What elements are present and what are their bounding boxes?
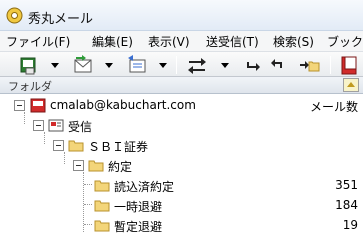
send-receive-icon[interactable]	[186, 54, 208, 76]
folder-tree: cmalab@kabuchart.com メール数 受信 ＳＢＩ証券 約定 読込…	[0, 94, 363, 240]
tree-item-folder[interactable]: 読込済約定 351	[0, 176, 363, 196]
toolbar	[0, 51, 363, 77]
account-label: cmalab@kabuchart.com	[50, 98, 196, 112]
folder-pane-label: フォルダ	[8, 80, 52, 93]
menu-bar: ファイル(F) 編集(E) 表示(V) 送受信(T) 検索(S) ブック	[0, 31, 363, 51]
folder-pane-header: フォルダ	[0, 77, 363, 94]
forward-folder-icon[interactable]	[298, 54, 320, 76]
collapse-toggle[interactable]	[53, 140, 64, 151]
mail-count-header: メール数	[309, 100, 358, 114]
hidemaru-mail-app-icon[interactable]	[6, 7, 23, 24]
folder-icon	[68, 140, 84, 152]
menu-edit[interactable]: 編集(E)	[92, 33, 133, 50]
receive-mail-icon[interactable]	[18, 54, 40, 76]
tree-item-label: ＳＢＩ証券	[88, 140, 149, 154]
mail-account-icon	[30, 98, 46, 113]
menu-file[interactable]: ファイル(F)	[6, 33, 70, 50]
tree-account-row[interactable]: cmalab@kabuchart.com メール数	[0, 96, 363, 116]
dropdown-arrow-icon[interactable]	[104, 54, 114, 76]
mail-count: 19	[342, 218, 358, 232]
title-bar: 秀丸メール	[0, 0, 363, 31]
tree-item-label: 一時退避	[114, 200, 163, 214]
mail-count: 351	[335, 178, 358, 192]
dropdown-arrow-icon[interactable]	[158, 54, 168, 76]
tree-item-label: 受信	[68, 120, 93, 134]
collapse-toggle[interactable]	[33, 120, 44, 131]
collapse-toggle[interactable]	[73, 160, 84, 171]
tree-item-inbox[interactable]: 受信	[0, 116, 363, 136]
toolbar-separator	[176, 56, 177, 74]
folder-icon	[94, 200, 110, 212]
dropdown-arrow-icon[interactable]	[50, 54, 60, 76]
tree-item-label: 暫定退避	[114, 220, 163, 234]
compose-mail-icon[interactable]	[72, 54, 94, 76]
menu-view[interactable]: 表示(V)	[148, 33, 190, 50]
menu-send-receive[interactable]: 送受信(T)	[206, 33, 259, 50]
move-down-icon[interactable]	[242, 54, 264, 76]
dropdown-arrow-icon[interactable]	[220, 54, 230, 76]
folder-icon	[88, 160, 104, 172]
window-title: 秀丸メール	[28, 12, 94, 27]
tree-item-label: 読込済約定	[114, 180, 175, 194]
mail-count: 184	[335, 198, 358, 212]
address-book-icon[interactable]	[338, 54, 360, 76]
collapse-toggle[interactable]	[14, 100, 25, 111]
tree-item-label: 約定	[108, 160, 133, 174]
menu-search[interactable]: 検索(S)	[273, 33, 314, 50]
folder-icon	[94, 220, 110, 232]
tree-item-folder[interactable]: 一時退避 184	[0, 196, 363, 216]
pane-options-icon[interactable]	[343, 78, 359, 92]
move-up-icon[interactable]	[266, 54, 288, 76]
folder-icon	[94, 180, 110, 192]
reply-mail-icon[interactable]	[126, 54, 148, 76]
menu-book[interactable]: ブック	[327, 33, 363, 50]
tree-item-folder[interactable]: 暫定退避 19	[0, 216, 363, 236]
toolbar-separator	[330, 56, 331, 74]
tree-item-folder[interactable]: ＳＢＩ証券	[0, 136, 363, 156]
inbox-icon	[48, 119, 64, 132]
tree-item-folder[interactable]: 約定	[0, 156, 363, 176]
